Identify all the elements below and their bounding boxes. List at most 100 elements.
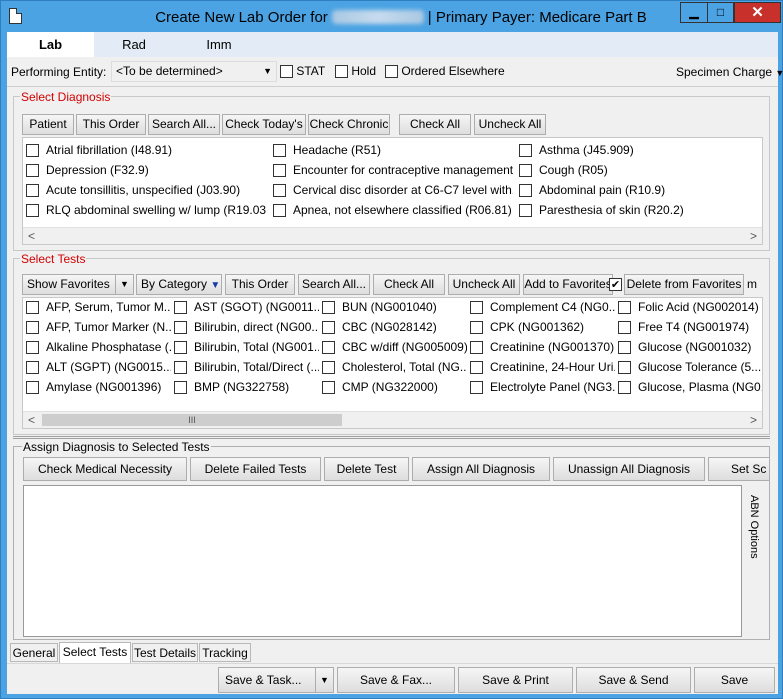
- test-check-box[interactable]: [174, 361, 187, 374]
- diagnosis-item[interactable]: Headache (R51): [273, 143, 513, 157]
- test-item[interactable]: ALT (SGPT) (NG0015...: [26, 360, 171, 374]
- abn-options-tab[interactable]: ABN Options: [748, 495, 760, 559]
- test-check-box[interactable]: [470, 321, 483, 334]
- test-check-box[interactable]: [618, 341, 631, 354]
- diag-patient-button[interactable]: Patient: [22, 114, 74, 135]
- diagnosis-check-box[interactable]: [273, 164, 286, 177]
- diagnosis-item[interactable]: Asthma (J45.909): [519, 143, 759, 157]
- show-favorites-dropdown[interactable]: Show Favorites ▼: [22, 274, 134, 295]
- save-button[interactable]: Save: [694, 667, 775, 693]
- test-check-box[interactable]: [26, 361, 39, 374]
- test-item[interactable]: AFP, Serum, Tumor M...: [26, 300, 171, 314]
- close-button[interactable]: ✕: [734, 2, 781, 23]
- test-item[interactable]: CPK (NG001362): [470, 320, 615, 334]
- tests-hscrollbar[interactable]: < III >: [23, 411, 762, 428]
- tab-select-tests[interactable]: Select Tests: [59, 642, 131, 663]
- check-medical-necessity-button[interactable]: Check Medical Necessity: [23, 457, 187, 481]
- tests-search-all-button[interactable]: Search All...: [298, 274, 370, 295]
- stat-check-box[interactable]: [280, 65, 293, 78]
- test-item[interactable]: Amylase (NG001396): [26, 380, 171, 394]
- minimize-button[interactable]: ▁: [680, 2, 708, 23]
- splitter[interactable]: [13, 436, 770, 439]
- test-item[interactable]: Bilirubin, Total (NG001...: [174, 340, 319, 354]
- stat-checkbox[interactable]: STAT: [280, 64, 325, 78]
- test-item[interactable]: CMP (NG322000): [322, 380, 467, 394]
- tests-uncheck-all-button[interactable]: Uncheck All: [448, 274, 520, 295]
- diagnosis-check-box[interactable]: [273, 204, 286, 217]
- tab-general[interactable]: General: [10, 643, 58, 662]
- diagnosis-item[interactable]: Acute tonsillitis, unspecified (J03.90): [26, 183, 266, 197]
- test-check-box[interactable]: [322, 381, 335, 394]
- test-check-box[interactable]: [26, 381, 39, 394]
- diagnosis-item[interactable]: Depression (F32.9): [26, 163, 266, 177]
- ordered-elsewhere-check-box[interactable]: [385, 65, 398, 78]
- test-item[interactable]: Cholesterol, Total (NG...: [322, 360, 467, 374]
- unassign-all-diagnosis-button[interactable]: Unassign All Diagnosis: [553, 457, 705, 481]
- test-check-box[interactable]: [322, 341, 335, 354]
- diagnosis-check-box[interactable]: [273, 184, 286, 197]
- test-check-box[interactable]: [26, 321, 39, 334]
- test-check-box[interactable]: [322, 301, 335, 314]
- diagnosis-item[interactable]: Cervical disc disorder at C6-C7 level wi…: [273, 183, 513, 197]
- diagnosis-item[interactable]: Apnea, not elsewhere classified (R06.81): [273, 203, 513, 217]
- test-check-box[interactable]: [618, 361, 631, 374]
- diag-check-chronic-button[interactable]: Check Chronic: [308, 114, 390, 135]
- set-schedule-button[interactable]: Set Sc: [708, 457, 770, 481]
- assign-all-diagnosis-button[interactable]: Assign All Diagnosis: [412, 457, 550, 481]
- diag-search-all-button[interactable]: Search All...: [148, 114, 220, 135]
- test-item[interactable]: Free T4 (NG001974): [618, 320, 762, 334]
- test-check-box[interactable]: [174, 381, 187, 394]
- tests-check-all-button[interactable]: Check All: [373, 274, 445, 295]
- test-item[interactable]: Complement C4 (NG0...: [470, 300, 615, 314]
- test-check-box[interactable]: [618, 321, 631, 334]
- test-item[interactable]: Folic Acid (NG002014): [618, 300, 762, 314]
- diagnosis-check-box[interactable]: [519, 144, 532, 157]
- maximize-button[interactable]: □: [707, 2, 734, 23]
- test-item[interactable]: Bilirubin, Total/Direct (...: [174, 360, 319, 374]
- test-item[interactable]: Alkaline Phosphatase (...: [26, 340, 171, 354]
- test-item[interactable]: Electrolyte Panel (NG3...: [470, 380, 615, 394]
- diagnosis-item[interactable]: Abdominal pain (R10.9): [519, 183, 759, 197]
- hold-checkbox[interactable]: Hold: [335, 64, 376, 78]
- test-check-box[interactable]: [618, 301, 631, 314]
- test-item[interactable]: Creatinine (NG001370): [470, 340, 615, 354]
- diagnosis-check-box[interactable]: [519, 184, 532, 197]
- test-item[interactable]: Bilirubin, direct (NG00...: [174, 320, 319, 334]
- test-item[interactable]: CBC w/diff (NG005009): [322, 340, 467, 354]
- test-check-box[interactable]: [322, 361, 335, 374]
- diag-check-all-button[interactable]: Check All: [399, 114, 471, 135]
- test-check-box[interactable]: [322, 321, 335, 334]
- test-check-box[interactable]: [26, 301, 39, 314]
- test-item[interactable]: BUN (NG001040): [322, 300, 467, 314]
- diagnosis-item[interactable]: Cough (R05): [519, 163, 759, 177]
- diagnosis-check-box[interactable]: [26, 204, 39, 217]
- test-item[interactable]: CBC (NG028142): [322, 320, 467, 334]
- tab-test-details[interactable]: Test Details: [132, 643, 198, 662]
- test-check-box[interactable]: [618, 381, 631, 394]
- test-check-box[interactable]: [174, 341, 187, 354]
- delete-failed-tests-button[interactable]: Delete Failed Tests: [190, 457, 321, 481]
- tab-lab[interactable]: Lab: [7, 32, 94, 57]
- diagnosis-check-box[interactable]: [26, 144, 39, 157]
- diagnosis-item[interactable]: RLQ abdominal swelling w/ lump (R19.03): [26, 203, 266, 217]
- test-item[interactable]: AFP, Tumor Marker (N...: [26, 320, 171, 334]
- test-check-box[interactable]: [26, 341, 39, 354]
- diagnosis-check-box[interactable]: [26, 184, 39, 197]
- test-check-box[interactable]: [470, 361, 483, 374]
- specimen-charge-dropdown[interactable]: Specimen Charge ▼: [676, 65, 783, 79]
- scroll-left-icon[interactable]: <: [23, 228, 40, 244]
- add-to-favorites-button[interactable]: Add to Favorites: [523, 274, 613, 295]
- tab-tracking[interactable]: Tracking: [199, 643, 251, 662]
- delete-test-button[interactable]: Delete Test: [324, 457, 409, 481]
- test-item[interactable]: Glucose (NG001032): [618, 340, 762, 354]
- scroll-thumb[interactable]: III: [42, 414, 342, 426]
- test-check-box[interactable]: [470, 301, 483, 314]
- scroll-right-icon[interactable]: >: [745, 412, 762, 428]
- delete-from-favorites-button[interactable]: Delete from Favorites: [624, 274, 744, 295]
- test-item[interactable]: Creatinine, 24-Hour Uri...: [470, 360, 615, 374]
- performing-entity-select[interactable]: <To be determined> ▼: [111, 61, 277, 82]
- hold-check-box[interactable]: [335, 65, 348, 78]
- diagnosis-check-box[interactable]: [273, 144, 286, 157]
- test-check-box[interactable]: [470, 341, 483, 354]
- test-item[interactable]: BMP (NG322758): [174, 380, 319, 394]
